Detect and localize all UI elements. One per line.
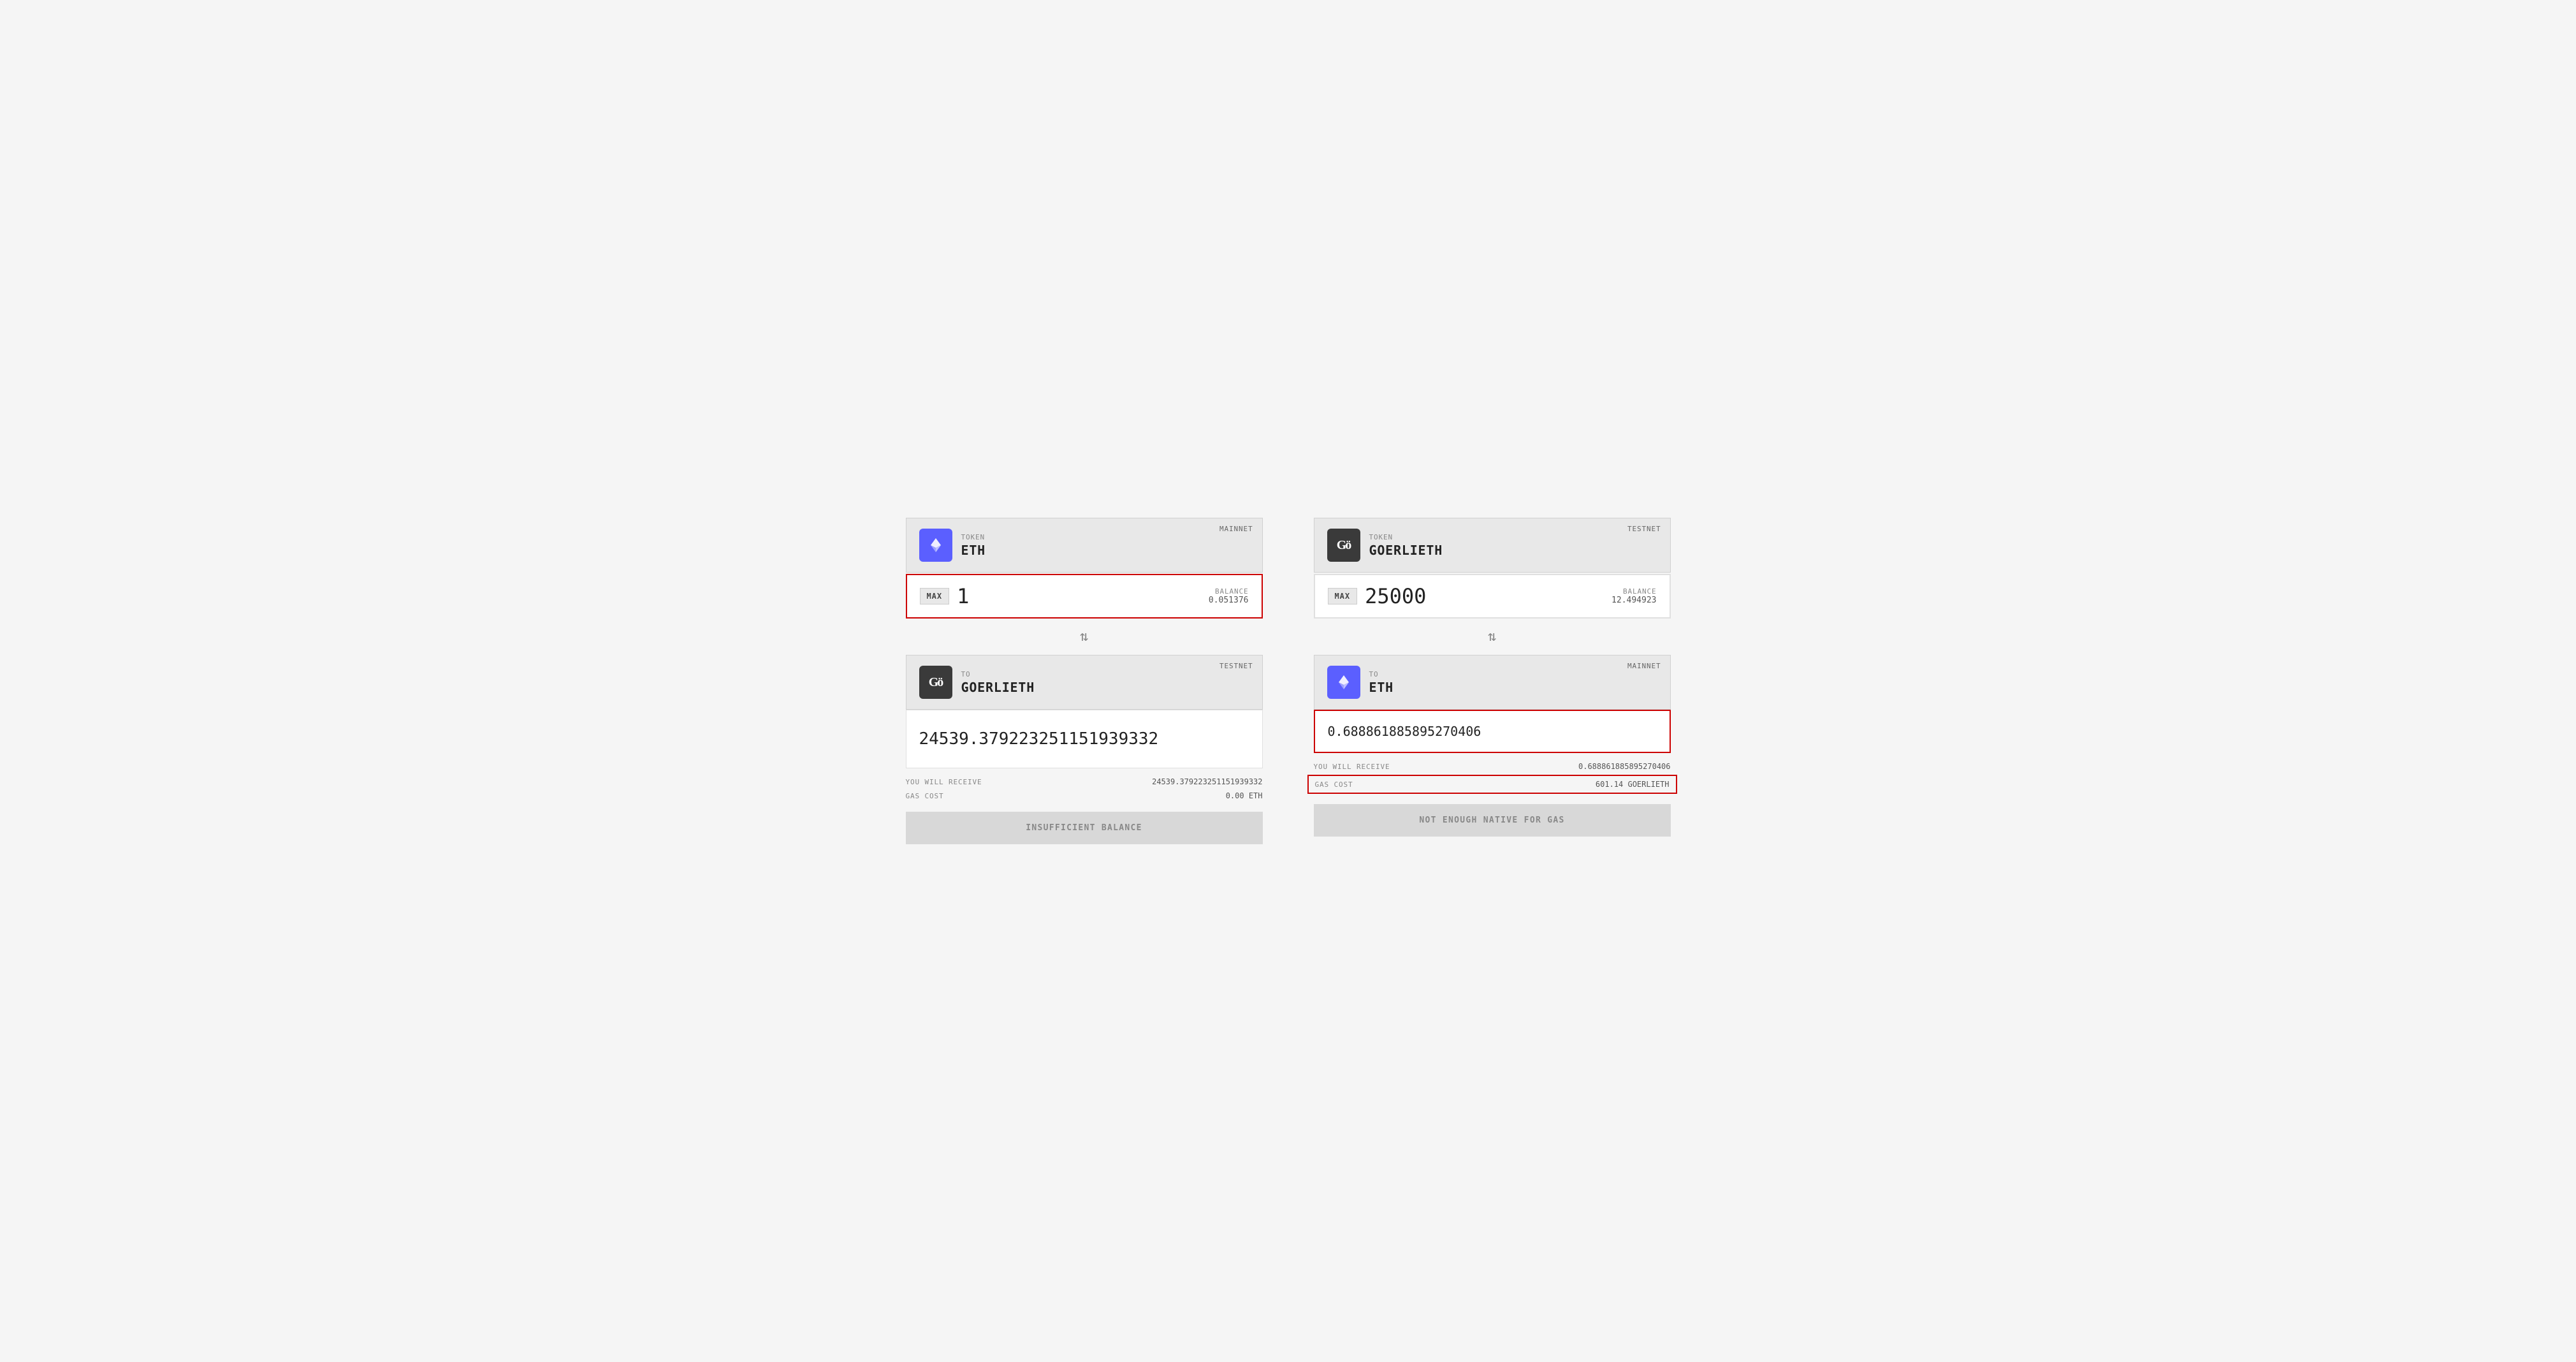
- right-max-button[interactable]: MAX: [1328, 588, 1358, 604]
- right-to-token-name: ETH: [1369, 680, 1394, 695]
- right-receive-value: 0.688861885895270406: [1578, 762, 1671, 771]
- left-from-token-label: TOKEN: [961, 533, 986, 541]
- left-balance-info: BALANCE 0.051376: [1209, 587, 1249, 605]
- left-swap-arrow[interactable]: ⇅: [906, 619, 1263, 655]
- left-balance-label: BALANCE: [1209, 587, 1249, 596]
- right-balance-info: BALANCE 12.494923: [1612, 587, 1656, 605]
- right-to-token-icon: [1327, 666, 1360, 699]
- left-to-label: TO: [961, 670, 1035, 678]
- right-output-card: 0.688861885895270406: [1314, 710, 1671, 753]
- right-amount-value: 25000: [1365, 584, 1426, 608]
- right-from-token-info: TOKEN GOERLIETH: [1369, 533, 1443, 558]
- left-info-rows: YOU WILL RECEIVE 24539.37922325115193933…: [906, 776, 1263, 802]
- left-from-token-icon: [919, 529, 952, 562]
- right-gas-value: 601.14 GOERLIETH: [1596, 780, 1670, 789]
- left-balance-value: 0.051376: [1209, 596, 1249, 605]
- right-from-token-name: GOERLIETH: [1369, 543, 1443, 558]
- left-to-token-icon: Gö: [919, 666, 952, 699]
- left-amount-value: 1: [957, 584, 969, 608]
- left-receive-label: YOU WILL RECEIVE: [906, 778, 982, 786]
- right-panel: Gö TOKEN GOERLIETH TESTNET MAX 25000 BAL…: [1314, 518, 1671, 837]
- right-from-network-badge: TESTNET: [1627, 525, 1661, 533]
- right-gas-row: GAS COST 601.14 GOERLIETH: [1307, 775, 1677, 794]
- right-output-value: 0.688861885895270406: [1328, 724, 1481, 739]
- left-from-token-name: ETH: [961, 543, 986, 558]
- right-gas-label: GAS COST: [1315, 780, 1353, 789]
- right-action-button[interactable]: NOT ENOUGH NATIVE FOR GAS: [1314, 804, 1671, 837]
- page-container: TOKEN ETH MAINNET MAX 1 BALANCE 0.051376…: [842, 518, 1735, 844]
- right-to-network-badge: MAINNET: [1627, 662, 1661, 670]
- left-to-token-card: Gö TO GOERLIETH TESTNET: [906, 655, 1263, 710]
- left-gas-row: GAS COST 0.00 ETH: [906, 790, 1263, 802]
- left-from-network-badge: MAINNET: [1219, 525, 1253, 533]
- right-from-token-label: TOKEN: [1369, 533, 1443, 541]
- left-receive-value: 24539.379223251151939332: [1152, 777, 1262, 786]
- right-balance-label: BALANCE: [1612, 587, 1656, 596]
- right-swap-arrow[interactable]: ⇅: [1314, 619, 1671, 655]
- left-gas-label: GAS COST: [906, 792, 944, 800]
- right-from-token-icon: Gö: [1327, 529, 1360, 562]
- right-to-token-info: TO ETH: [1369, 670, 1394, 695]
- left-action-button[interactable]: INSUFFICIENT BALANCE: [906, 812, 1263, 844]
- left-panel: TOKEN ETH MAINNET MAX 1 BALANCE 0.051376…: [906, 518, 1263, 844]
- left-max-button[interactable]: MAX: [920, 588, 950, 604]
- right-amount-card[interactable]: MAX 25000 BALANCE 12.494923: [1314, 574, 1671, 619]
- swap-icon: ⇅: [1080, 629, 1088, 645]
- right-receive-label: YOU WILL RECEIVE: [1314, 763, 1390, 771]
- left-to-network-badge: TESTNET: [1219, 662, 1253, 670]
- swap-icon-right: ⇅: [1488, 629, 1496, 645]
- left-from-token-info: TOKEN ETH: [961, 533, 986, 558]
- left-to-token-name: GOERLIETH: [961, 680, 1035, 695]
- left-output-card: 24539.379223251151939332: [906, 710, 1263, 768]
- right-to-label: TO: [1369, 670, 1394, 678]
- left-receive-row: YOU WILL RECEIVE 24539.37922325115193933…: [906, 776, 1263, 787]
- right-from-token-card: Gö TOKEN GOERLIETH TESTNET: [1314, 518, 1671, 573]
- left-amount-card[interactable]: MAX 1 BALANCE 0.051376: [906, 574, 1263, 619]
- left-output-value: 24539.379223251151939332: [919, 729, 1159, 749]
- right-to-token-card: TO ETH MAINNET: [1314, 655, 1671, 710]
- right-info-rows: YOU WILL RECEIVE 0.688861885895270406 GA…: [1314, 761, 1671, 794]
- left-from-token-card: TOKEN ETH MAINNET: [906, 518, 1263, 573]
- left-to-token-info: TO GOERLIETH: [961, 670, 1035, 695]
- right-receive-row: YOU WILL RECEIVE 0.688861885895270406: [1314, 761, 1671, 772]
- right-balance-value: 12.494923: [1612, 596, 1656, 605]
- left-gas-value: 0.00 ETH: [1226, 791, 1263, 800]
